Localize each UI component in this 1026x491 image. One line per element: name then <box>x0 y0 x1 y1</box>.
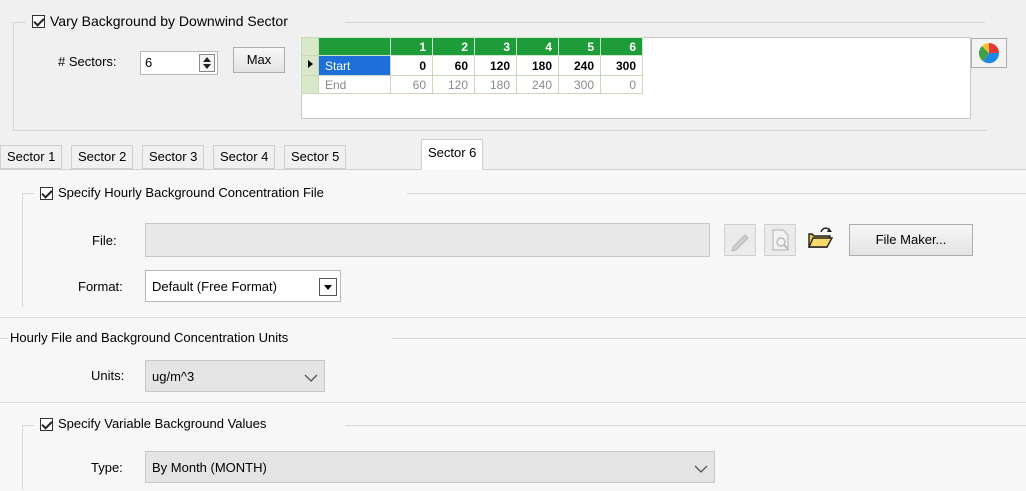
format-value: Default (Free Format) <box>152 279 277 294</box>
units-select[interactable]: ug/m^3 <box>145 360 325 392</box>
spinner-icon[interactable] <box>199 54 215 72</box>
grid-corner <box>301 37 319 56</box>
grid-cell[interactable]: 120 <box>432 75 475 94</box>
units-group-label: Hourly File and Background Concentration… <box>10 330 289 345</box>
units-value: ug/m^3 <box>152 369 195 384</box>
grid-cell[interactable]: 240 <box>516 75 559 94</box>
tab-sector-3[interactable]: Sector 3 <box>142 145 205 169</box>
max-button[interactable]: Max <box>233 47 285 73</box>
file-label: File: <box>92 233 117 248</box>
separator <box>0 317 1026 318</box>
hourly-checkbox[interactable] <box>40 187 53 200</box>
grid-row-label[interactable]: Start <box>318 55 391 76</box>
tab-sector-5[interactable]: Sector 5 <box>284 145 347 169</box>
grid-row-marker <box>301 75 319 94</box>
grid-cell[interactable]: 120 <box>474 55 517 76</box>
grid-cell[interactable]: 300 <box>600 55 643 76</box>
sectors-input[interactable]: 6 <box>140 51 218 75</box>
pie-chart-button[interactable] <box>971 38 1007 68</box>
sector-grid: 1 2 3 4 5 6 Start 0 60 120 180 240 300 E… <box>301 37 643 94</box>
grid-row-start[interactable]: Start 0 60 120 180 240 300 <box>301 55 643 76</box>
vary-label: Vary Background by Downwind Sector <box>50 13 288 29</box>
preview-button[interactable] <box>764 224 796 256</box>
edit-button[interactable] <box>724 224 756 256</box>
grid-cell[interactable]: 0 <box>600 75 643 94</box>
format-select[interactable]: Default (Free Format) <box>145 270 341 302</box>
type-value: By Month (MONTH) <box>152 460 267 475</box>
chevron-down-icon <box>304 374 318 382</box>
tab-sector-1[interactable]: Sector 1 <box>0 145 63 169</box>
file-maker-button[interactable]: File Maker... <box>849 224 973 256</box>
type-label: Type: <box>91 460 123 475</box>
grid-col-header: 4 <box>516 37 559 56</box>
pie-chart-icon <box>978 43 1000 64</box>
grid-cell[interactable]: 60 <box>390 75 433 94</box>
units-label: Units: <box>91 368 125 383</box>
grid-cell[interactable]: 180 <box>474 75 517 94</box>
chevron-down-icon <box>694 465 708 473</box>
grid-cell[interactable]: 60 <box>432 55 475 76</box>
sectors-label: # Sectors: <box>58 54 117 69</box>
grid-cell[interactable]: 0 <box>390 55 433 76</box>
variable-label: Specify Variable Background Values <box>58 416 267 431</box>
format-label: Format: <box>78 279 123 294</box>
open-folder-button[interactable] <box>805 223 837 255</box>
type-select[interactable]: By Month (MONTH) <box>145 451 715 483</box>
grid-col-header: 3 <box>474 37 517 56</box>
dropdown-arrow-icon[interactable] <box>319 278 337 296</box>
grid-cell[interactable]: 240 <box>558 55 601 76</box>
grid-col-header: 5 <box>558 37 601 56</box>
file-input[interactable] <box>145 223 710 257</box>
open-folder-icon <box>807 227 834 248</box>
sectors-value: 6 <box>145 55 153 70</box>
grid-col-header: 6 <box>600 37 643 56</box>
grid-header-blank <box>318 37 391 56</box>
edit-icon <box>731 234 749 252</box>
tab-sector-6[interactable]: Sector 6 <box>421 139 484 170</box>
separator <box>0 402 1026 403</box>
variable-checkbox[interactable] <box>40 418 53 431</box>
grid-col-header: 1 <box>390 37 433 56</box>
hourly-label: Specify Hourly Background Concentration … <box>58 185 324 200</box>
grid-cell[interactable]: 180 <box>516 55 559 76</box>
grid-row-label[interactable]: End <box>318 75 391 94</box>
tab-sector-2[interactable]: Sector 2 <box>71 145 134 169</box>
row-pointer-icon <box>301 55 319 76</box>
vary-checkbox[interactable] <box>32 15 45 28</box>
grid-col-header: 2 <box>432 37 475 56</box>
preview-icon <box>772 229 789 251</box>
tab-sector-4[interactable]: Sector 4 <box>213 145 276 169</box>
grid-cell[interactable]: 300 <box>558 75 601 94</box>
grid-row-end[interactable]: End 60 120 180 240 300 0 <box>301 75 643 94</box>
